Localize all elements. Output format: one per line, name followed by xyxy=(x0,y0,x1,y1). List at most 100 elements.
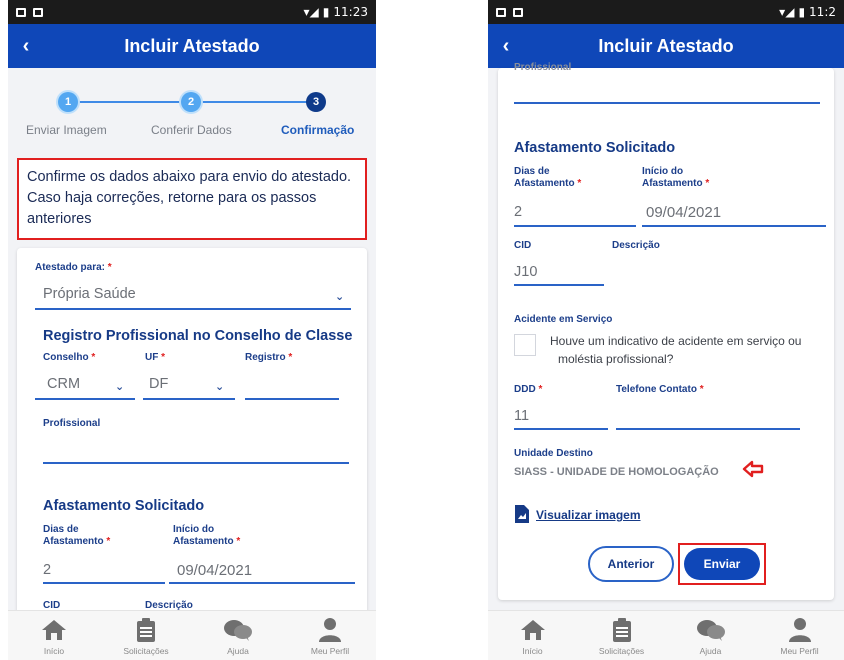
inicio-label: Início do Afastamento * xyxy=(642,166,710,189)
image-file-icon[interactable] xyxy=(514,504,530,529)
conselho-underline xyxy=(35,398,135,400)
home-icon xyxy=(40,617,68,643)
stepper: 1 2 3 Enviar Imagem Conferir Dados Confi… xyxy=(8,86,376,142)
unidade-value: SIASS - UNIDADE DE HOMOLOGAÇÃO xyxy=(514,466,719,478)
battery-icon: ▮ xyxy=(798,5,806,19)
nav-ajuda[interactable]: Ajuda xyxy=(666,611,755,660)
acidente-checkbox[interactable] xyxy=(514,334,536,356)
confirmation-notice: Confirme os dados abaixo para envio do a… xyxy=(17,158,367,240)
back-icon[interactable]: ‹ xyxy=(14,32,38,60)
status-time: 11:2 xyxy=(809,5,836,19)
descricao-label: Descrição xyxy=(612,240,660,251)
registro-underline xyxy=(245,398,339,400)
afastamento-section-title: Afastamento Solicitado xyxy=(43,498,205,514)
step-3-label: Confirmação xyxy=(281,123,355,137)
nav-inicio[interactable]: Início xyxy=(8,611,100,660)
step-2-label: Conferir Dados xyxy=(151,123,232,137)
profissional-underline xyxy=(514,102,820,104)
nav-inicio[interactable]: Início xyxy=(488,611,577,660)
inicio-underline xyxy=(169,582,355,584)
signal-icon: ▾◢ xyxy=(779,5,795,19)
dias-label: Dias de Afastamento * xyxy=(43,524,111,547)
ddd-label: DDD * xyxy=(514,384,543,395)
chevron-down-icon[interactable]: ⌄ xyxy=(335,290,344,303)
telefone-label: Telefone Contato * xyxy=(616,384,704,395)
nav-ajuda[interactable]: Ajuda xyxy=(192,611,284,660)
chevron-down-icon[interactable]: ⌄ xyxy=(115,380,124,393)
notification-icon xyxy=(33,7,43,17)
anterior-button[interactable]: Anterior xyxy=(588,546,674,582)
notification-icon xyxy=(513,7,523,17)
app-bar: ‹ Incluir Atestado xyxy=(8,24,376,68)
nav-meu-perfil[interactable]: Meu Perfil xyxy=(755,611,844,660)
atestado-para-label: Atestado para: * xyxy=(35,262,112,273)
back-icon[interactable]: ‹ xyxy=(494,32,518,60)
dias-underline xyxy=(43,582,165,584)
cid-input[interactable]: J10 xyxy=(514,264,537,280)
signal-icon: ▾◢ xyxy=(303,5,319,19)
inicio-underline xyxy=(642,225,826,227)
inicio-input[interactable]: 09/04/2021 xyxy=(646,204,721,221)
enviar-button[interactable]: Enviar xyxy=(684,548,760,580)
conselho-label: Conselho * xyxy=(43,352,96,363)
uf-underline xyxy=(143,398,235,400)
chat-icon xyxy=(696,617,726,643)
nav-meu-perfil[interactable]: Meu Perfil xyxy=(284,611,376,660)
form-card: Atestado para: * Própria Saúde ⌄ Registr… xyxy=(17,248,367,618)
nav-solicitacoes[interactable]: Solicitações xyxy=(577,611,666,660)
clipboard-icon xyxy=(135,617,157,643)
bottom-navigation: Início Solicitações Ajuda Meu Perfil xyxy=(8,610,376,660)
nav-ajuda-label: Ajuda xyxy=(227,646,249,656)
step-2-dot: 2 xyxy=(181,92,201,112)
registro-section-title: Registro Profissional no Conselho de Cla… xyxy=(43,328,353,344)
nav-solicitacoes-label: Solicitações xyxy=(123,646,169,656)
nav-meu-perfil-label: Meu Perfil xyxy=(310,646,350,656)
notification-icon xyxy=(16,7,26,17)
arrow-left-icon xyxy=(742,460,764,483)
step-1-dot: 1 xyxy=(58,92,78,112)
acidente-question: Houve um indicativo de acidente em servi… xyxy=(550,334,802,366)
uf-select[interactable]: DF xyxy=(149,376,168,392)
profissional-label-cut: Profissional xyxy=(514,62,572,73)
dias-input[interactable]: 2 xyxy=(514,204,522,220)
telefone-underline xyxy=(616,428,800,430)
inicio-input[interactable]: 09/04/2021 xyxy=(177,562,252,579)
nav-ajuda-label: Ajuda xyxy=(699,646,722,656)
nav-inicio-label: Início xyxy=(522,646,543,656)
dias-input[interactable]: 2 xyxy=(43,562,51,578)
nav-solicitacoes[interactable]: Solicitações xyxy=(100,611,192,660)
home-icon xyxy=(519,617,547,643)
person-icon xyxy=(318,617,342,643)
dias-label: Dias de Afastamento * xyxy=(514,166,582,189)
chat-icon xyxy=(223,617,253,643)
form-card: Profissional Afastamento Solicitado Dias… xyxy=(498,62,834,600)
status-time: 11:23 xyxy=(333,5,368,19)
inicio-label: Início do Afastamento * xyxy=(173,524,241,547)
step-3-dot: 3 xyxy=(306,92,326,112)
nav-meu-perfil-label: Meu Perfil xyxy=(780,646,819,656)
afastamento-section-title: Afastamento Solicitado xyxy=(514,140,676,156)
ddd-input[interactable]: 11 xyxy=(514,408,529,424)
status-bar: ▾◢ ▮ 11:23 xyxy=(8,0,376,24)
step-1-label: Enviar Imagem xyxy=(26,123,107,137)
atestado-para-value[interactable]: Própria Saúde xyxy=(43,286,136,302)
uf-label: UF * xyxy=(145,352,166,363)
chevron-down-icon[interactable]: ⌄ xyxy=(215,380,224,393)
dias-underline xyxy=(514,225,636,227)
person-icon xyxy=(788,617,812,643)
battery-icon: ▮ xyxy=(322,5,330,19)
clipboard-icon xyxy=(611,617,633,643)
nav-solicitacoes-label: Solicitações xyxy=(598,646,645,656)
cid-underline xyxy=(514,284,604,286)
atestado-para-underline xyxy=(35,308,351,310)
cid-label: CID xyxy=(514,240,532,251)
visualizar-imagem-link[interactable]: Visualizar imagem xyxy=(536,508,641,522)
bottom-navigation: Início Solicitações Ajuda Meu Perfil xyxy=(488,610,844,660)
phone-screen-step-confirmation-bottom: ▾◢ ▮ 11:2 ‹ Incluir Atestado Profissional … xyxy=(488,0,844,660)
ddd-underline xyxy=(514,428,608,430)
profissional-underline xyxy=(43,462,349,464)
unidade-label: Unidade Destino xyxy=(514,448,593,459)
acidente-label: Acidente em Serviço xyxy=(514,314,613,325)
phone-screen-step-confirmation-top: ▾◢ ▮ 11:23 ‹ Incluir Atestado 1 2 3 Enviar… xyxy=(8,0,376,660)
conselho-select[interactable]: CRM xyxy=(47,376,80,392)
